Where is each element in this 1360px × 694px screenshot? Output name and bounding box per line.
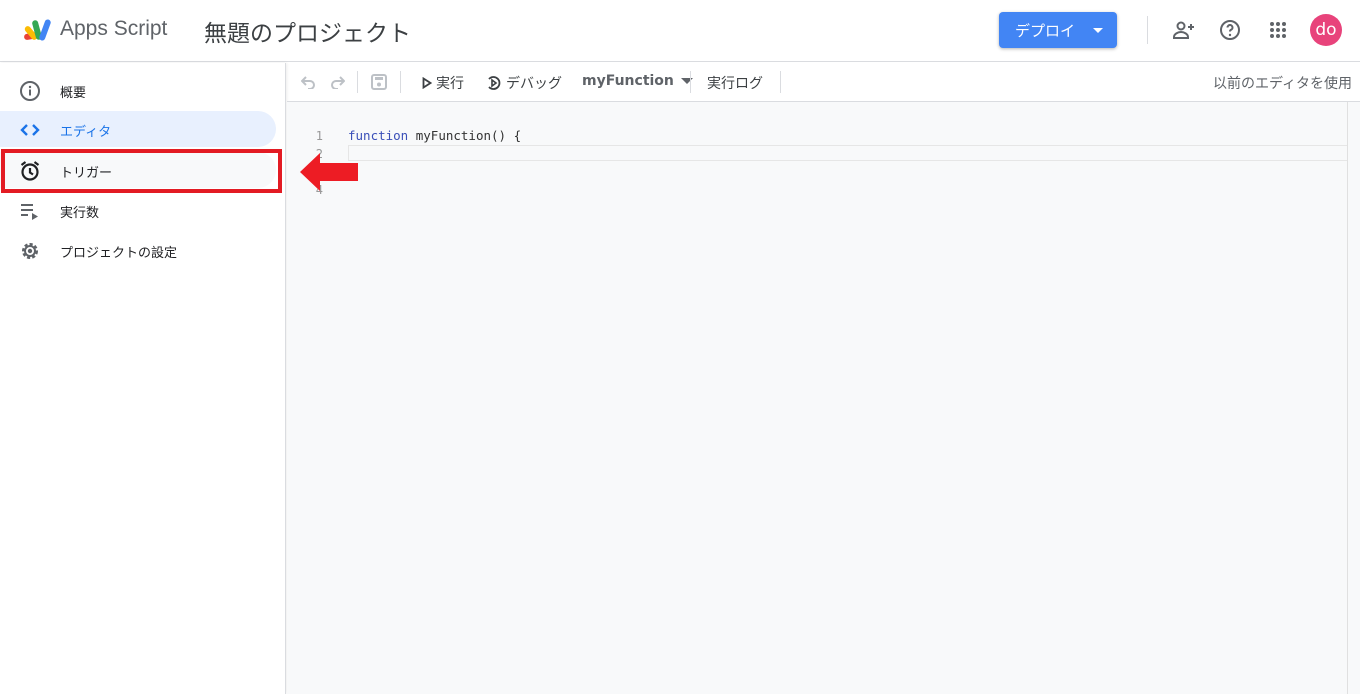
gear-icon [22, 243, 38, 259]
legacy-editor-label: 以前のエディタを使用 [1212, 76, 1352, 92]
info-icon [20, 81, 40, 101]
highlight-box [1, 149, 282, 193]
divider [1147, 16, 1148, 44]
debug-label: デバッグ [506, 76, 562, 92]
avatar[interactable]: do [1310, 14, 1342, 46]
debug-icon [488, 76, 501, 90]
use-legacy-editor-button[interactable]: 以前のエディタを使用 [1213, 73, 1352, 93]
add-person-icon[interactable] [1172, 18, 1196, 42]
current-line-highlight [348, 145, 1348, 161]
play-icon [422, 77, 432, 89]
save-icon[interactable] [371, 74, 387, 90]
code-icon [20, 124, 40, 136]
deploy-label: デプロイ [1015, 21, 1076, 40]
caret-down-icon [1093, 28, 1103, 33]
code-editor[interactable]: 1 2 3 4 function myFunction() { [287, 102, 1348, 694]
apps-script-logo [24, 19, 51, 41]
code-line: function myFunction() { [348, 128, 521, 143]
apps-grid-icon[interactable] [1266, 18, 1290, 42]
execution-log-button[interactable]: 実行ログ [707, 73, 763, 93]
sidebar-item-label: エディタ [60, 125, 112, 140]
red-arrow-annotation [300, 153, 358, 191]
divider [780, 71, 781, 93]
debug-button[interactable]: デバッグ [486, 73, 562, 93]
sidebar-item-executions[interactable]: 実行数 [0, 192, 276, 228]
function-select-value: myFunction [582, 73, 674, 89]
run-label: 実行 [436, 76, 464, 92]
deploy-button[interactable]: デプロイ [999, 12, 1117, 48]
project-title[interactable]: 無題のプロジェクト [204, 14, 411, 48]
sidebar-item-label: プロジェクトの設定 [60, 246, 178, 261]
code-keyword: function [348, 128, 409, 143]
divider [690, 71, 691, 93]
line-number: 1 [315, 129, 323, 143]
divider [357, 71, 358, 93]
top-bar: Apps Script 無題のプロジェクト デプロイ do [0, 0, 1360, 62]
execution-log-label: 実行ログ [707, 76, 763, 92]
sidebar-item-project-settings[interactable]: プロジェクトの設定 [0, 232, 276, 268]
undo-icon[interactable] [301, 75, 317, 89]
sidebar-item-editor[interactable]: エディタ [0, 111, 276, 147]
sidebar-item-label: 実行数 [60, 206, 100, 221]
divider [400, 71, 401, 93]
editor-scrollbar[interactable] [1347, 102, 1360, 694]
function-select[interactable]: myFunction [582, 73, 693, 89]
help-icon[interactable] [1218, 18, 1242, 42]
executions-list-icon [21, 204, 38, 220]
code-text: myFunction() { [408, 128, 522, 143]
sidebar-item-overview[interactable]: 概要 [0, 72, 276, 108]
sidebar-item-label: 概要 [60, 86, 87, 101]
run-button[interactable]: 実行 [422, 73, 464, 93]
app-name: Apps Script [60, 17, 168, 40]
redo-icon[interactable] [329, 75, 345, 89]
editor-toolbar: 実行 デバッグ myFunction 実行ログ 以前のエディタを使用 [287, 63, 1360, 102]
caret-down-icon [680, 78, 693, 84]
